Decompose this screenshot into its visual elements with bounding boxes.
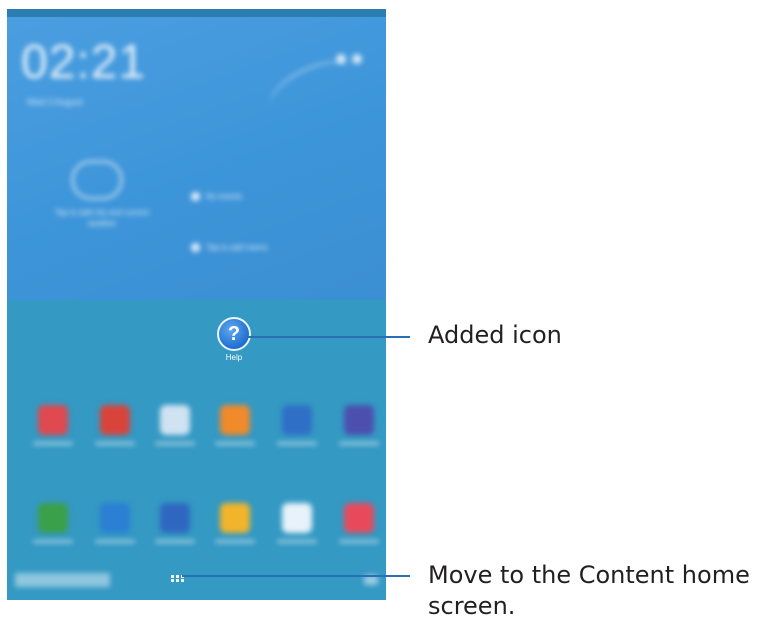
camera-icon [344,405,374,435]
internet-icon [282,405,312,435]
app-internet[interactable] [275,405,319,445]
app-label [277,540,317,543]
app-camera[interactable] [337,405,381,445]
calendar-dot-icon [191,192,200,202]
settings-icon [352,54,362,64]
events-row[interactable]: No events [191,192,243,202]
remote-icon [100,503,130,533]
app-label [95,442,135,445]
app-label [215,442,255,445]
video-icon [160,405,190,435]
help-label: Help [225,353,243,362]
store-icon [282,503,312,533]
app-folder[interactable] [213,503,257,543]
app-maps[interactable] [31,503,75,543]
callout-content-home: Move to the Content home screen. [428,561,750,620]
app-store[interactable] [275,503,319,543]
app-label [215,540,255,543]
app-label [339,540,379,543]
callout-line-added-icon [247,336,410,338]
ball-icon [344,503,374,533]
app-video[interactable] [153,405,197,445]
folder-icon [220,503,250,533]
app-contacts[interactable] [213,405,257,445]
calendar-icon [38,405,68,435]
apps-area [7,300,386,600]
help-icon[interactable]: ? [217,317,251,351]
app-ball[interactable] [337,503,381,543]
callout-added-icon: Added icon [428,321,562,349]
app-remote[interactable] [93,503,137,543]
app-label [155,540,195,543]
search-bar[interactable] [15,573,110,587]
memo-label: Tap to add memo [206,243,268,252]
people-icon [160,503,190,533]
widget-area: 02:21 Wed 3 August Tap to add city and c… [7,17,386,300]
app-calendar[interactable] [31,405,75,445]
clock: 02:21 [21,36,147,89]
memo-row[interactable]: Tap to add memo [191,243,268,253]
date-text: Wed 3 August [27,97,83,107]
app-label [339,442,379,445]
tablet-screen: 02:21 Wed 3 August Tap to add city and c… [7,9,386,600]
weather-icon[interactable] [71,160,123,200]
help-app[interactable]: ? Help [212,317,256,362]
callout-line-content-home [182,575,410,577]
app-label [277,442,317,445]
events-label: No events [206,192,243,201]
contacts-icon [220,405,250,435]
app-label [33,540,73,543]
app-people[interactable] [153,503,197,543]
weather-text: Tap to add city and current weather [54,208,150,228]
memo-dot-icon [191,243,200,253]
app-label [95,540,135,543]
app-label [155,442,195,445]
app-label [33,442,73,445]
status-bar [7,9,386,17]
chrome-icon [100,405,130,435]
maps-icon [38,503,68,533]
app-chrome[interactable] [93,405,137,445]
